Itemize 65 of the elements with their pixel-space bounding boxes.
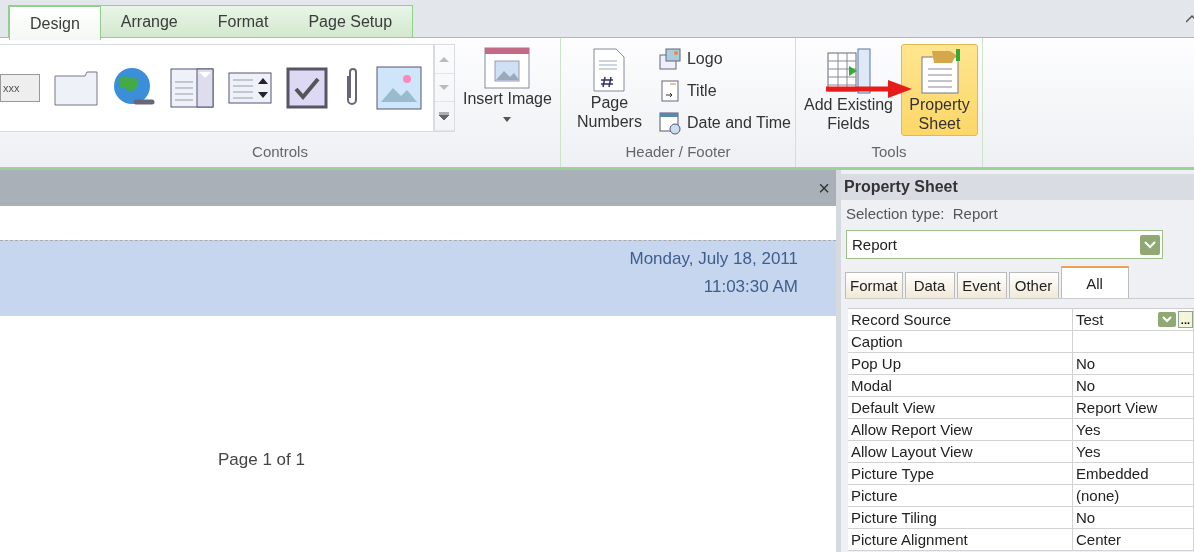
property-value[interactable]: No: [1073, 375, 1194, 397]
ribbon-tab[interactable]: Format: [197, 6, 289, 37]
list-box-icon: [228, 72, 272, 104]
property-value[interactable]: Report View: [1073, 397, 1194, 419]
property-name: Picture Type: [848, 463, 1073, 485]
property-name: Picture Tiling: [848, 507, 1073, 529]
ribbon-button[interactable]: Title: [657, 77, 791, 104]
tool-button[interactable]: Property Sheet: [901, 44, 978, 136]
ribbon-button[interactable]: Date and Time: [657, 109, 791, 136]
property-name: Picture Alignment: [848, 529, 1073, 551]
text-box-control[interactable]: xxx: [0, 74, 40, 102]
property-tab[interactable]: Other: [1008, 272, 1059, 298]
selection-type-text: Selection type: Report: [845, 204, 999, 222]
property-value[interactable]: Center: [1073, 529, 1194, 551]
ribbon-tab[interactable]: Arrange: [100, 6, 198, 37]
ribbon-tab[interactable]: Design: [9, 6, 101, 40]
scroll-down-icon[interactable]: [439, 84, 450, 91]
group-label: Header / Footer: [624, 143, 732, 162]
property-name: Default View: [848, 397, 1073, 419]
ribbon-button[interactable]: Logo: [657, 45, 791, 72]
group-label: Controls: [251, 143, 309, 162]
calendar-clock-icon: [657, 110, 682, 135]
property-name: Modal: [848, 375, 1073, 397]
date-text: Monday, July 18, 2011: [629, 249, 798, 269]
tool-button[interactable]: Add Existing Fields: [800, 44, 898, 136]
selection-combo-box[interactable]: Report: [846, 230, 1163, 259]
property-tab[interactable]: All: [1060, 266, 1129, 298]
property-tab[interactable]: Data: [904, 272, 955, 298]
property-value-field[interactable]: Test ...: [1073, 309, 1194, 331]
dropdown-icon[interactable]: [1157, 312, 1176, 327]
property-name: Pop Up: [848, 353, 1073, 375]
close-button[interactable]: ×: [818, 176, 830, 200]
property-value[interactable]: (none): [1073, 485, 1194, 507]
property-name: Record Source: [848, 309, 1073, 331]
property-value[interactable]: Yes: [1073, 441, 1194, 463]
image-icon: [376, 66, 422, 110]
combo-box-icon: [170, 68, 214, 108]
logo-icon: [657, 46, 682, 71]
property-value[interactable]: No: [1073, 353, 1194, 375]
property-name: Picture: [848, 485, 1073, 507]
panel-title: Property Sheet: [841, 174, 1194, 200]
ribbon-tab[interactable]: Page Setup: [288, 6, 413, 37]
group-label: Tools: [870, 143, 908, 162]
collapse-icon[interactable]: [1186, 14, 1194, 24]
property-tab[interactable]: Format: [845, 272, 903, 298]
property-value[interactable]: No: [1073, 507, 1194, 529]
property-value[interactable]: Embedded: [1073, 463, 1194, 485]
checkbox-icon: [286, 67, 328, 109]
more-icon[interactable]: [439, 112, 450, 121]
page-number-icon: [592, 47, 627, 93]
property-value[interactable]: Yes: [1073, 419, 1194, 441]
builder-button[interactable]: ...: [1177, 311, 1193, 328]
property-name: Caption: [848, 331, 1073, 353]
time-text: 11:03:30 AM: [703, 277, 798, 297]
ribbon-button[interactable]: Page Numbers: [565, 44, 654, 134]
dropdown-icon[interactable]: [1140, 234, 1160, 255]
property-value-field[interactable]: [1073, 331, 1194, 353]
property-tab[interactable]: Event: [956, 272, 1007, 298]
property-name: Allow Layout View: [848, 441, 1073, 463]
property-name: Allow Report View: [848, 419, 1073, 441]
scroll-up-icon[interactable]: [439, 55, 450, 62]
folder-icon: [54, 70, 98, 106]
image-icon: [484, 47, 531, 89]
page-number-text: Page 1 of 1: [218, 450, 306, 470]
ribbon-button[interactable]: Insert Image: [458, 44, 556, 130]
